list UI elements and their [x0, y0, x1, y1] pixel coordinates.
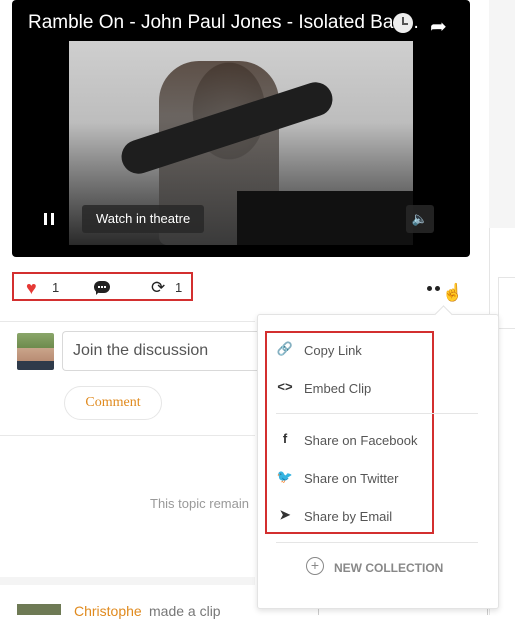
watch-in-theatre-button[interactable]: Watch in theatre	[82, 205, 205, 233]
new-collection-button[interactable]: NEW COLLECTION	[334, 561, 443, 575]
link-icon: 🔗	[276, 341, 294, 356]
avatar	[17, 333, 54, 370]
side-panel	[489, 0, 515, 228]
author-link[interactable]: Christophe	[74, 603, 142, 619]
menu-divider	[276, 413, 478, 414]
embed-code-icon: <>	[277, 379, 293, 394]
discussion-input[interactable]: Join the discussion	[62, 331, 258, 371]
divider	[0, 577, 255, 585]
share-arrow-icon[interactable]: ➦	[430, 14, 447, 39]
send-email-icon: ➤	[279, 507, 291, 522]
divider	[0, 321, 255, 322]
hand-cursor-icon: ☝	[442, 283, 464, 302]
video-player[interactable]	[12, 0, 470, 257]
repost-icon[interactable]: ⟳	[151, 278, 165, 298]
comment-button[interactable]: Comment	[64, 386, 162, 420]
comment-bubble-icon[interactable]	[94, 281, 110, 295]
pause-button[interactable]	[34, 205, 68, 233]
repost-count: 1	[175, 280, 183, 295]
author-avatar	[17, 604, 61, 615]
menu-divider	[276, 542, 478, 543]
side-card	[498, 277, 515, 329]
twitter-icon: 🐦	[276, 469, 294, 484]
facebook-icon: f	[282, 431, 288, 446]
clock-icon[interactable]	[393, 13, 413, 33]
pause-icon	[44, 213, 47, 225]
thumbnail-amp	[237, 191, 413, 245]
like-count: 1	[52, 280, 60, 295]
post-action-text: made a clip	[149, 603, 221, 619]
topic-status-text: This topic remain	[150, 496, 249, 511]
video-title[interactable]: Ramble On - John Paul Jones - Isolated B…	[28, 12, 419, 34]
divider	[0, 435, 255, 436]
plus-circle-icon[interactable]: +	[306, 557, 324, 575]
heart-icon[interactable]: ♥	[26, 278, 37, 299]
volume-icon[interactable]: 🔈	[406, 205, 434, 233]
